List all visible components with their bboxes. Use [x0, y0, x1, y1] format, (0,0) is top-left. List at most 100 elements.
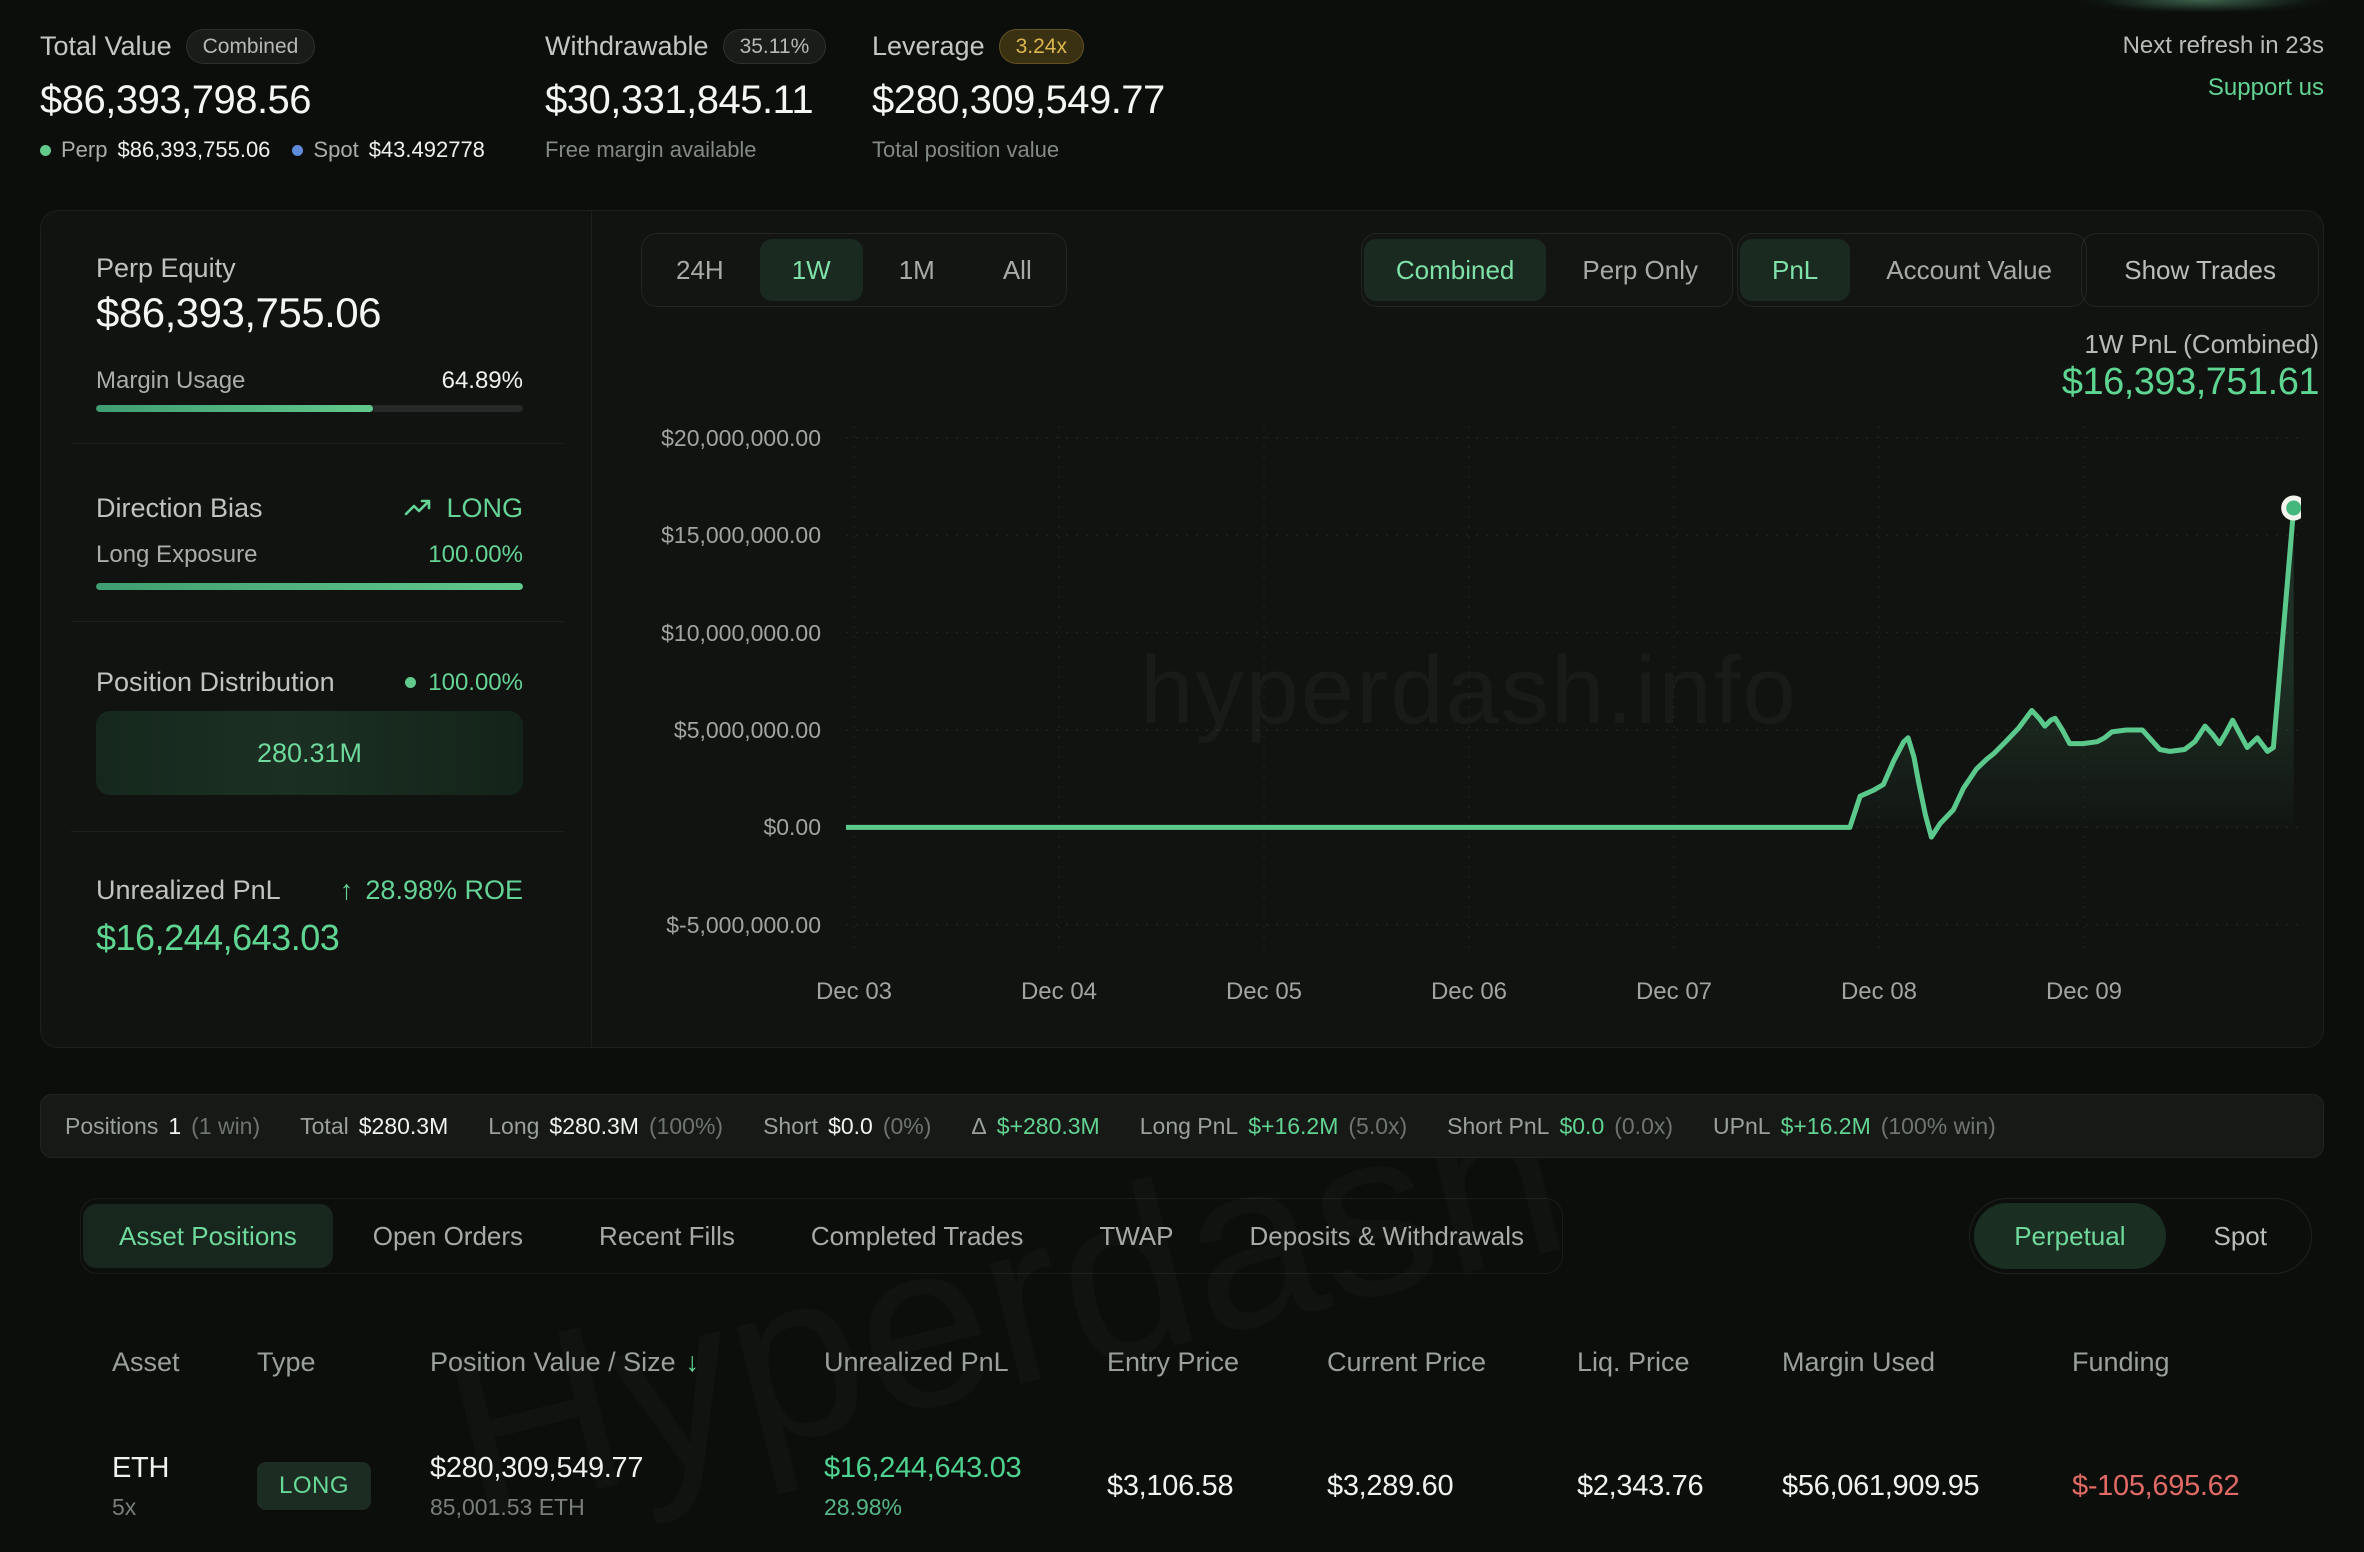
x-axis-tick: Dec 03: [784, 978, 924, 1006]
perp-equity-value: $86,393,755.06: [96, 289, 523, 337]
row-roe: 28.98%: [824, 1494, 1107, 1521]
market-perpetual-button[interactable]: Perpetual: [1974, 1203, 2165, 1269]
pnl-chart: $20,000,000.00$15,000,000.00$10,000,000.…: [846, 426, 2301, 956]
roe-value: 28.98% ROE: [365, 875, 523, 906]
position-distribution-value: 100.00%: [428, 669, 523, 697]
scope-perp-only-button[interactable]: Perp Only: [1550, 239, 1730, 301]
perp-label: Perp: [61, 137, 107, 163]
combined-badge[interactable]: Combined: [186, 29, 316, 64]
support-us-link[interactable]: Support us: [2208, 74, 2324, 102]
positions-tabs: Asset Positions Open Orders Recent Fills…: [80, 1198, 1563, 1274]
scope-combined-button[interactable]: Combined: [1364, 239, 1547, 301]
x-axis-tick: Dec 07: [1604, 978, 1744, 1006]
divider: [71, 831, 563, 832]
col-position-value[interactable]: Position Value / Size↓: [430, 1347, 824, 1378]
total-value-label: Total Value: [40, 31, 172, 62]
tab-open-orders[interactable]: Open Orders: [337, 1204, 559, 1268]
direction-bias-label: Direction Bias: [96, 493, 263, 524]
tab-twap[interactable]: TWAP: [1063, 1204, 1209, 1268]
row-unrealized-pnl: $16,244,643.03: [824, 1452, 1107, 1485]
leverage-label: Leverage: [872, 31, 985, 62]
tab-deposits-withdrawals[interactable]: Deposits & Withdrawals: [1213, 1204, 1560, 1268]
col-asset: Asset: [112, 1347, 257, 1378]
summary-short-pnl: Short PnL $0.0 (0.0x): [1447, 1113, 1673, 1140]
withdrawable-label: Withdrawable: [545, 31, 709, 62]
x-axis-tick: Dec 05: [1194, 978, 1334, 1006]
range-1w-button[interactable]: 1W: [760, 239, 863, 301]
row-position-value: $280,309,549.77: [430, 1452, 824, 1485]
row-asset: ETH: [112, 1452, 257, 1485]
positions-summary-bar: Positions 1 (1 win) Total $280.3M Long $…: [40, 1094, 2324, 1158]
range-1m-button[interactable]: 1M: [867, 239, 967, 301]
equity-chart-card: Perp Equity $86,393,755.06 Margin Usage …: [40, 210, 2324, 1048]
tab-asset-positions[interactable]: Asset Positions: [83, 1204, 333, 1268]
range-24h-button[interactable]: 24H: [644, 239, 756, 301]
mode-toggle-group: PnL Account Value: [1737, 233, 2087, 307]
y-axis-tick: $20,000,000.00: [581, 425, 821, 452]
margin-usage-label: Margin Usage: [96, 367, 245, 395]
trend-up-icon: [404, 498, 434, 520]
y-axis-tick: $15,000,000.00: [581, 522, 821, 549]
tab-recent-fills[interactable]: Recent Fills: [563, 1204, 771, 1268]
x-axis-tick: Dec 09: [2014, 978, 2154, 1006]
y-axis-tick: $0.00: [581, 814, 821, 841]
long-exposure-label: Long Exposure: [96, 541, 257, 569]
positions-table-header: Asset Type Position Value / Size↓ Unreal…: [112, 1330, 2324, 1394]
distribution-dot-icon: [405, 677, 416, 688]
summary-delta: Δ $+280.3M: [971, 1113, 1099, 1140]
unrealized-pnl-value: $16,244,643.03: [96, 917, 523, 959]
col-liq-price: Liq. Price: [1577, 1347, 1782, 1378]
long-exposure-fill: [96, 583, 523, 590]
top-glow-decoration: [2058, 0, 2348, 12]
y-axis-tick: $-5,000,000.00: [581, 912, 821, 939]
refresh-countdown: Next refresh in 23s: [2123, 32, 2324, 60]
summary-short: Short $0.0 (0%): [763, 1113, 931, 1140]
col-margin-used: Margin Used: [1782, 1347, 2072, 1378]
row-current-price: $3,289.60: [1327, 1470, 1577, 1503]
position-distribution-block: 280.31M: [96, 711, 523, 795]
stat-withdrawable: Withdrawable 35.11% $30,331,845.11 Free …: [545, 26, 826, 163]
perp-value: $86,393,755.06: [117, 137, 270, 163]
summary-long-pnl: Long PnL $+16.2M (5.0x): [1140, 1113, 1407, 1140]
mode-pnl-button[interactable]: PnL: [1740, 239, 1850, 301]
x-axis-tick: Dec 06: [1399, 978, 1539, 1006]
long-exposure-value: 100.00%: [428, 541, 523, 569]
col-type: Type: [257, 1347, 430, 1378]
unrealized-pnl-label: Unrealized PnL: [96, 875, 281, 906]
leverage-badge: 3.24x: [999, 29, 1084, 64]
show-trades-button[interactable]: Show Trades: [2081, 233, 2319, 307]
x-axis-tick: Dec 08: [1809, 978, 1949, 1006]
stat-leverage: Leverage 3.24x $280,309,549.77 Total pos…: [872, 26, 1165, 163]
col-entry-price: Entry Price: [1107, 1347, 1327, 1378]
chart-period-pnl-value: $16,393,751.61: [2062, 361, 2319, 404]
margin-usage-fill: [96, 405, 373, 412]
leverage-subtext: Total position value: [872, 137, 1059, 163]
row-margin-used: $56,061,909.95: [1782, 1470, 2072, 1503]
x-axis-tick: Dec 04: [989, 978, 1129, 1006]
col-current-price: Current Price: [1327, 1347, 1577, 1378]
sort-desc-icon: ↓: [686, 1347, 700, 1377]
summary-positions: Positions 1 (1 win): [65, 1113, 260, 1140]
y-axis-tick: $5,000,000.00: [581, 717, 821, 744]
leverage-amount: $280,309,549.77: [872, 78, 1165, 123]
long-badge: LONG: [257, 1462, 371, 1510]
margin-usage-value: 64.89%: [442, 367, 523, 395]
col-unrealized-pnl: Unrealized PnL: [824, 1347, 1107, 1378]
withdrawable-subtext: Free margin available: [545, 137, 757, 163]
summary-total: Total $280.3M: [300, 1113, 448, 1140]
table-row[interactable]: ETH 5x LONG $280,309,549.77 85,001.53 ET…: [112, 1420, 2324, 1552]
divider: [71, 443, 563, 444]
tab-completed-trades[interactable]: Completed Trades: [775, 1204, 1059, 1268]
spot-dot-icon: [292, 145, 303, 156]
mode-account-value-button[interactable]: Account Value: [1854, 239, 2084, 301]
range-all-button[interactable]: All: [971, 239, 1064, 301]
pnl-chart-svg: [846, 426, 2301, 956]
margin-usage-bar: [96, 405, 523, 412]
chart-period-label: 1W PnL (Combined): [2084, 329, 2319, 360]
row-entry-price: $3,106.58: [1107, 1470, 1327, 1503]
position-distribution-block-value: 280.31M: [257, 738, 362, 769]
market-spot-button[interactable]: Spot: [2174, 1203, 2308, 1269]
col-funding: Funding: [2072, 1347, 2324, 1378]
withdrawable-pct-badge: 35.11%: [723, 29, 827, 64]
y-axis-tick: $10,000,000.00: [581, 620, 821, 647]
